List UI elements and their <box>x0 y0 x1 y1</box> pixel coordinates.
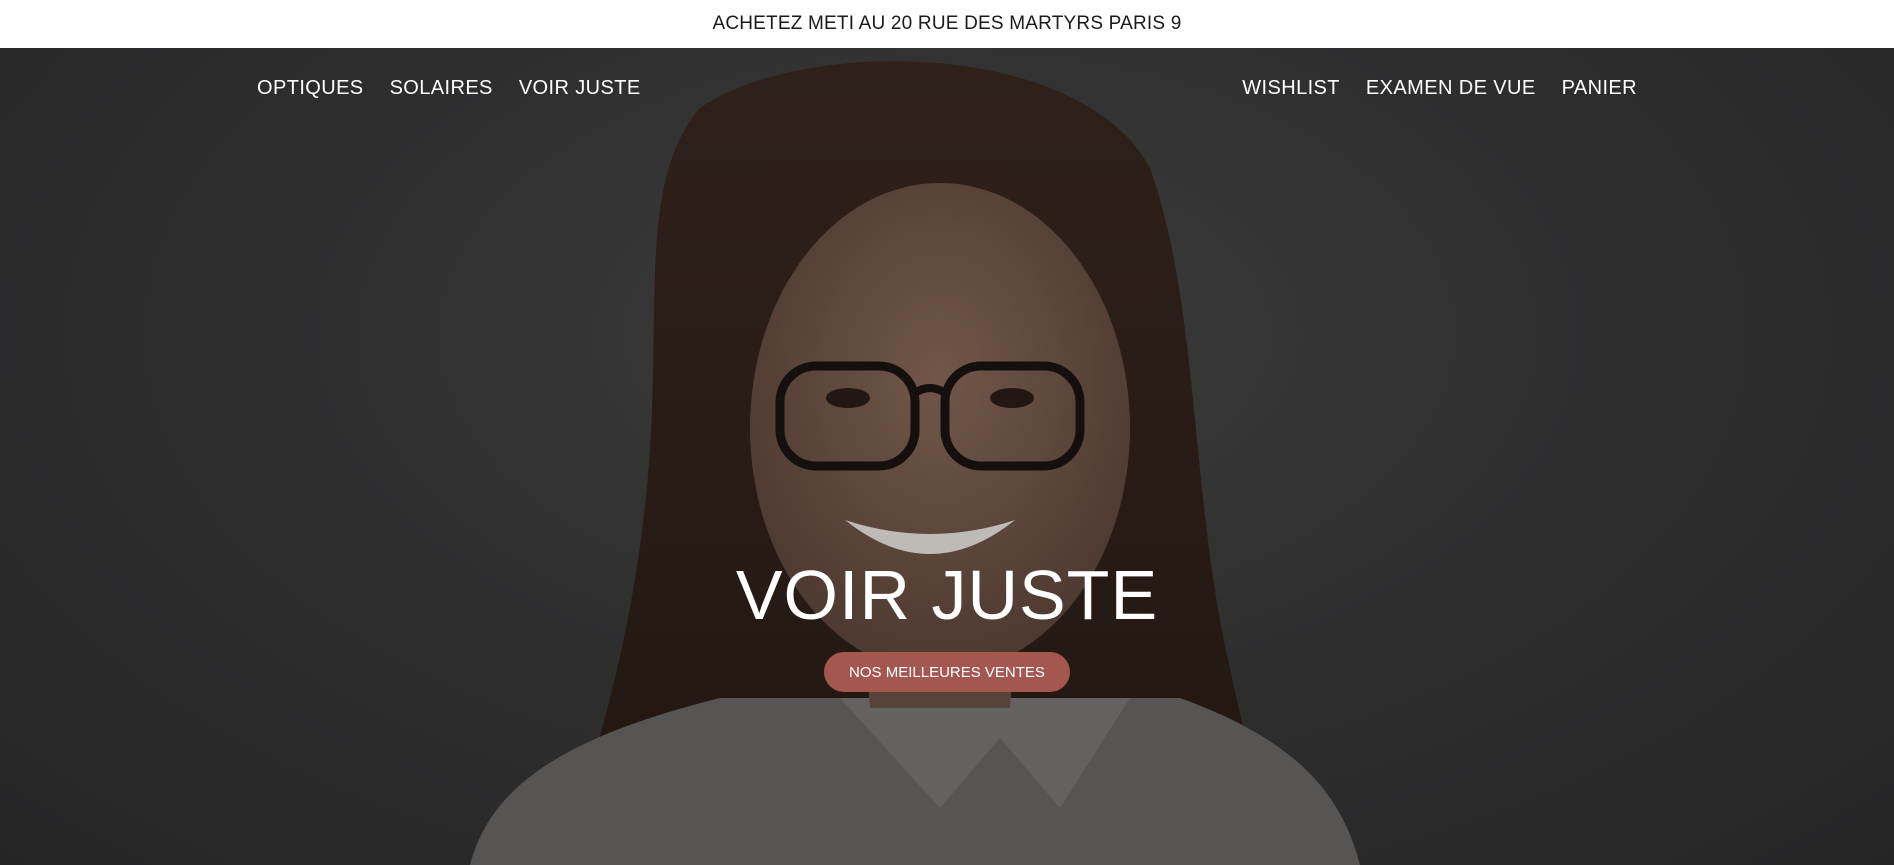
nav-link-solaires[interactable]: SOLAIRES <box>390 77 493 100</box>
main-navigation: OPTIQUES SOLAIRES VOIR JUSTE WISHLIST EX… <box>0 48 1894 128</box>
nav-link-wishlist[interactable]: WISHLIST <box>1242 77 1340 100</box>
nav-link-voir-juste[interactable]: VOIR JUSTE <box>519 77 641 100</box>
nav-right-group: WISHLIST EXAMEN DE VUE PANIER <box>1242 77 1637 100</box>
hero-content: VOIR JUSTE NOS MEILLEURES VENTES <box>0 560 1894 692</box>
hero-banner: OPTIQUES SOLAIRES VOIR JUSTE WISHLIST EX… <box>0 48 1894 865</box>
hero-title: VOIR JUSTE <box>735 556 1159 634</box>
hero-overlay <box>0 48 1894 865</box>
announcement-bar: ACHETEZ METI AU 20 RUE DES MARTYRS PARIS… <box>0 0 1894 48</box>
best-sellers-button[interactable]: NOS MEILLEURES VENTES <box>824 652 1070 692</box>
nav-link-panier[interactable]: PANIER <box>1562 77 1637 100</box>
announcement-text: ACHETEZ METI AU 20 RUE DES MARTYRS PARIS… <box>712 13 1182 34</box>
nav-link-examen-de-vue[interactable]: EXAMEN DE VUE <box>1366 77 1536 100</box>
nav-left-group: OPTIQUES SOLAIRES VOIR JUSTE <box>257 77 641 100</box>
nav-link-optiques[interactable]: OPTIQUES <box>257 77 364 100</box>
